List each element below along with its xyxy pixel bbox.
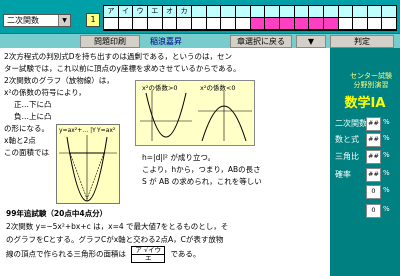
answer-letter <box>191 6 206 17</box>
answer-letter <box>309 6 323 17</box>
answer-letter <box>265 6 279 17</box>
percent-sign: % <box>383 118 390 126</box>
panel-title-line2: 分野別演習 <box>353 81 389 89</box>
answer-letter: ウ <box>133 6 147 17</box>
answer-box[interactable] <box>206 18 221 29</box>
answer-letter <box>279 6 294 17</box>
answer-box[interactable] <box>177 18 191 29</box>
score-row: 確率 ##% <box>330 168 400 182</box>
chevron-down-icon[interactable]: ▼ <box>58 15 70 26</box>
score-label: 確率 <box>335 170 351 179</box>
problem-line: 2次関数 y=−5x²+bx+c は，x=4 で最大値7をとるものとし，そ <box>6 222 229 231</box>
answer-letter <box>206 6 221 17</box>
area-line: こより，hから，つまり，ABの長さ <box>142 165 261 174</box>
score-value: ## <box>366 150 381 164</box>
answer-letter: イ <box>118 6 133 17</box>
subject-select-value: 二次関数 <box>7 16 39 25</box>
subject-select[interactable]: 二次関数 ▼ <box>3 14 71 27</box>
answer-box[interactable] <box>133 18 147 29</box>
area-line: S が AB の求められ，これを等しい <box>142 177 262 186</box>
answer-box[interactable] <box>367 18 382 29</box>
score-row: 二次関数 ##% <box>330 117 400 131</box>
answer-letter: ア <box>104 6 118 17</box>
percent-sign: % <box>383 205 390 213</box>
percent-sign: % <box>383 169 390 177</box>
fraction-denominator[interactable]: エ <box>131 255 166 263</box>
score-row: 0% <box>330 185 400 199</box>
judge-button[interactable]: 判定 <box>330 35 394 48</box>
answer-letter: オ <box>162 6 177 17</box>
area-figure: y=ax²+… |Y Y=ax² <box>56 124 120 204</box>
answer-box[interactable] <box>309 18 323 29</box>
score-row: 数と式 ##% <box>330 133 400 147</box>
answer-box[interactable] <box>338 18 353 29</box>
problem-line-fraction: 線の頂点で作られる三角形の面積は ア √イウ エ である。 <box>6 246 328 263</box>
answer-letter <box>294 6 309 17</box>
back-to-chapter-button[interactable]: 章選択に戻る <box>230 35 292 48</box>
problem-line: である。 <box>170 249 201 259</box>
area-explanation: h=|d|l² が成り立つ。 こより，hから，つまり，ABの長さ S が AB … <box>142 152 332 188</box>
subject-heading: 数学ⅠA <box>344 96 386 111</box>
answer-box[interactable] <box>221 18 235 29</box>
score-value: 0 <box>366 204 381 218</box>
percent-sign: % <box>383 151 390 159</box>
intro-line: ター試験では，これ以前に頂点のy座標を求めさせているからである。 <box>4 64 241 73</box>
score-row: 0% <box>330 204 400 218</box>
answer-box[interactable] <box>191 18 206 29</box>
answer-box[interactable] <box>235 18 250 29</box>
print-button[interactable]: 問題印刷 <box>80 35 140 48</box>
score-label: 三角比 <box>335 152 359 161</box>
answer-box[interactable] <box>294 18 309 29</box>
area-line: h=|d|l² が成り立つ。 <box>142 153 216 162</box>
problem-line: 線の頂点で作られる三角形の面積は <box>6 249 126 259</box>
problem-line: のグラフをCとする。グラフCがx軸と交わる2点A，Cが表す放物 <box>6 235 224 244</box>
answer-letter <box>353 6 367 17</box>
answer-fraction: ア √イウ エ <box>131 246 166 263</box>
score-value: ## <box>366 117 381 131</box>
score-label: 数と式 <box>335 135 359 144</box>
answer-box[interactable] <box>104 18 118 29</box>
author-caption: 稲浪嘉昇 <box>150 37 182 46</box>
problem-title: 99年追試験（20点中4点分） <box>6 209 108 218</box>
answer-box[interactable] <box>265 18 279 29</box>
score-value: ## <box>366 168 381 182</box>
answer-box[interactable] <box>147 18 162 29</box>
score-row: 三角比 ##% <box>330 150 400 164</box>
score-value: ## <box>366 133 381 147</box>
panel-title-line1: センター試験 <box>350 72 392 80</box>
panel-title: センター試験 分野別演習 <box>343 72 399 90</box>
answer-letter <box>338 6 353 17</box>
next-arrow-button[interactable]: ▼ <box>296 35 326 48</box>
answer-letter <box>221 6 235 17</box>
answer-letter <box>250 6 265 17</box>
answer-grid: アイウエオカ <box>103 5 397 31</box>
answer-letter <box>235 6 250 17</box>
answer-letter: エ <box>147 6 162 17</box>
answer-box[interactable] <box>353 18 367 29</box>
answer-box[interactable] <box>382 18 397 29</box>
parabola-icons <box>140 91 252 142</box>
answer-box-row <box>104 18 397 29</box>
score-label: 二次関数 <box>335 119 367 128</box>
problem-statement: 99年追試験（20点中4点分） 2次関数 y=−5x²+bx+c は，x=4 で… <box>6 207 328 263</box>
answer-letter: カ <box>177 6 191 17</box>
percent-sign: % <box>383 134 390 142</box>
area-parabola <box>59 135 117 202</box>
answer-box[interactable] <box>279 18 294 29</box>
score-value: 0 <box>366 185 381 199</box>
answer-box[interactable] <box>118 18 133 29</box>
percent-sign: % <box>383 186 390 194</box>
intro-line: 2次方程式の判別式Dを持ち出すのは過剰である，というのは，セン <box>4 52 232 61</box>
answer-letter <box>382 6 397 17</box>
answer-box[interactable] <box>323 18 338 29</box>
question-number: 1 <box>86 13 100 27</box>
parabola-sign-figure: x²の係数>0 x²の係数<0 <box>135 80 255 146</box>
answer-box[interactable] <box>162 18 177 29</box>
answer-letter <box>323 6 338 17</box>
answer-letter-row: アイウエオカ <box>104 6 397 17</box>
answer-letter <box>367 6 382 17</box>
answer-box[interactable] <box>250 18 265 29</box>
